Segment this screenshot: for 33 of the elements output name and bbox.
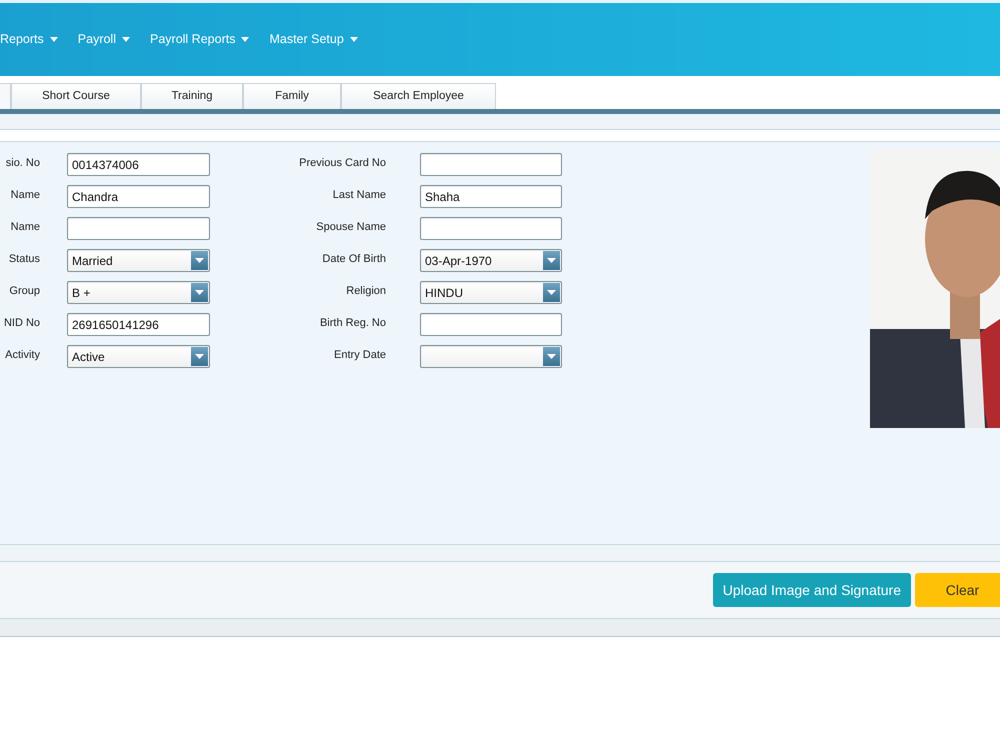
dropdown-field[interactable] [420,345,562,368]
dropdown-field[interactable]: HINDU [420,281,562,304]
clear-button[interactable]: Clear [915,573,1000,607]
input-field[interactable]: Shaha [420,185,562,208]
input-field[interactable] [420,313,562,336]
field-label: Group [8,284,40,299]
tab[interactable]: Search Employee [341,83,496,109]
field-label: NID No [2,316,40,331]
tab[interactable]: Short Course [11,83,141,109]
field-label: Birth Reg. No [318,316,386,331]
tab[interactable]: Family [243,83,341,109]
dropdown-field[interactable]: 03-Apr-1970 [420,249,562,272]
dropdown-field[interactable]: Active [67,345,210,368]
field-label: Name [10,188,40,203]
tab[interactable]: Training [141,83,243,109]
field-label: Date Of Birth [321,252,386,267]
field-label: Activity [4,348,40,363]
field-label: Entry Date [333,348,386,363]
input-field[interactable]: 2691650141296 [67,313,210,336]
field-label: Religion [345,284,386,299]
input-field[interactable] [67,217,210,240]
input-field[interactable]: 0014374006 [67,153,210,176]
field-label: Name [10,220,40,235]
input-field[interactable] [420,153,562,176]
field-label: Last Name [332,188,386,203]
input-field[interactable]: Chandra [67,185,210,208]
field-label: Previous Card No [298,156,386,171]
field-label: sio. No [4,156,40,171]
field-label: Spouse Name [315,220,386,235]
input-field[interactable] [420,217,562,240]
field-label: Status [8,252,40,267]
dropdown-field[interactable]: B + [67,281,210,304]
dropdown-field[interactable]: Married [67,249,210,272]
